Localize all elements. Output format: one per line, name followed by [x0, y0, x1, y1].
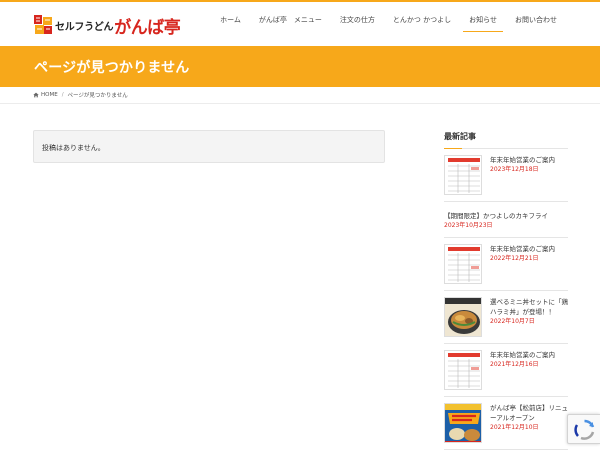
recent-post-item[interactable]: がんば亭【松前店】リニューアルオープン 2021年12月10日 [444, 397, 568, 450]
logo-sub-text: セルフうどん [55, 21, 114, 33]
post-thumbnail-food[interactable] [444, 297, 482, 337]
post-title[interactable]: 年末年始営業のご案内 [490, 350, 568, 360]
main-nav: ホーム がんば亭 メニュー 注文の仕方 とんかつ かつよし お知らせ お問い合わ… [211, 2, 566, 46]
page-title: ページが見つかりません [34, 60, 190, 76]
nav-item-news[interactable]: お知らせ [460, 2, 506, 46]
logo-main-text: がんば亭 [114, 17, 181, 38]
post-title[interactable]: がんば亭【松前店】リニューアルオープン [490, 403, 568, 423]
nav-item-contact[interactable]: お問い合わせ [506, 2, 566, 46]
post-date: 2021年12月10日 [490, 424, 539, 431]
post-title[interactable]: 【期間限定】かつよしのカキフライ [444, 211, 568, 221]
breadcrumb-home-link[interactable]: HOME [41, 92, 58, 98]
logo-mark-icon [34, 15, 52, 34]
post-date: 2023年12月18日 [490, 166, 539, 173]
post-thumbnail-schedule[interactable] [444, 350, 482, 390]
recent-post-item[interactable]: 年末年始営業のご案内 2021年12月16日 [444, 344, 568, 397]
recaptcha-badge[interactable] [567, 414, 600, 444]
breadcrumb-current: ページが見つかりません [67, 93, 128, 99]
post-date: 2022年12月21日 [490, 255, 539, 262]
post-thumbnail-schedule[interactable] [444, 244, 482, 284]
post-title[interactable]: 年末年始営業のご案内 [490, 155, 568, 165]
recaptcha-icon [574, 419, 595, 440]
post-date: 2022年10月7日 [490, 318, 535, 325]
post-thumbnail-schedule[interactable] [444, 155, 482, 195]
nav-item-menu[interactable]: がんば亭 メニュー [250, 2, 331, 46]
nav-item-katsuyoshi[interactable]: とんかつ かつよし [384, 2, 460, 46]
home-icon [33, 92, 39, 98]
recent-post-item[interactable]: 選べるミニ丼セットに「鶏ハラミ丼」が登場！！ 2022年10月7日 [444, 291, 568, 344]
page-title-banner: ページが見つかりません [0, 46, 600, 87]
breadcrumb-separator: / [61, 92, 64, 98]
nav-item-how-to-order[interactable]: 注文の仕方 [331, 2, 384, 46]
recent-post-item[interactable]: 年末年始営業のご案内 2023年12月18日 [444, 149, 568, 202]
post-thumbnail-open[interactable] [444, 403, 482, 443]
sidebar-title: 最新記事 [444, 128, 568, 149]
breadcrumb: HOME / ページが見つかりません [0, 87, 600, 104]
recent-post-item[interactable]: 【期間限定】かつよしのカキフライ 2023年10月23日 [444, 202, 568, 238]
site-logo[interactable]: セルフうどん がんば亭 [33, 13, 181, 38]
sidebar-recent-posts: 最新記事 年末年始営業のご案内 2023年12月18日 【期間限定】かつよしのカ… [444, 128, 568, 450]
post-date: 2023年10月23日 [444, 222, 493, 229]
post-title[interactable]: 選べるミニ丼セットに「鶏ハラミ丼」が登場！！ [490, 297, 568, 317]
recent-post-item[interactable]: 年末年始営業のご案内 2022年12月21日 [444, 238, 568, 291]
post-title[interactable]: 年末年始営業のご案内 [490, 244, 568, 254]
post-date: 2021年12月16日 [490, 361, 539, 368]
nav-item-home[interactable]: ホーム [211, 2, 250, 46]
no-posts-message: 投稿はありません。 [33, 130, 385, 163]
